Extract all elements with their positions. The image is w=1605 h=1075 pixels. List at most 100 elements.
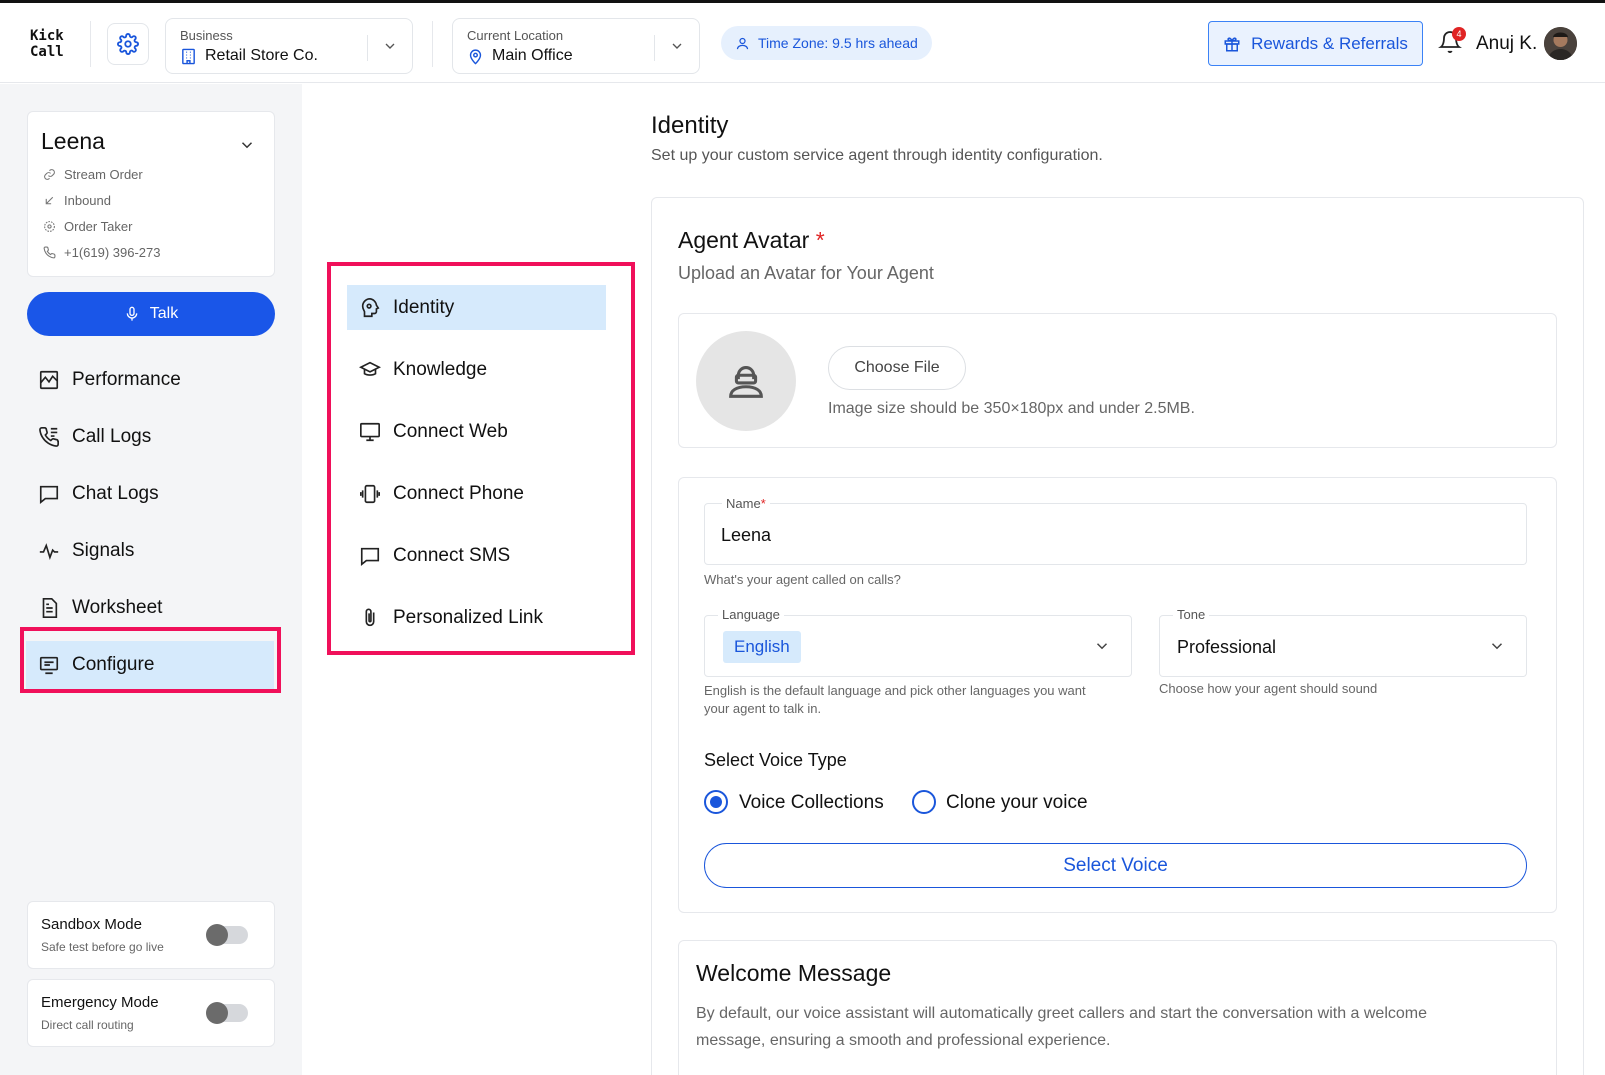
name-helper: What's your agent called on calls? (704, 572, 901, 587)
radio-dot (710, 796, 722, 808)
subnav-item-connect-phone[interactable]: Connect Phone (347, 471, 606, 516)
agent-avatar-title: Agent Avatar * (678, 227, 825, 254)
chart-icon (39, 370, 59, 390)
location-name: Main Office (492, 47, 573, 64)
configure-highlight (20, 627, 281, 693)
talk-button[interactable]: Talk (27, 292, 275, 336)
identity-icon (361, 297, 380, 317)
notification-badge: 4 (1452, 27, 1466, 41)
talk-label: Talk (149, 305, 179, 322)
select-voice-button[interactable]: Select Voice (704, 843, 1527, 888)
page-title: Identity (651, 112, 729, 139)
document-icon (42, 598, 58, 618)
clone-voice-label[interactable]: Clone your voice (946, 792, 1088, 814)
header-divider (90, 21, 91, 67)
nav-item-worksheet[interactable]: Worksheet (26, 584, 274, 632)
message-icon (360, 547, 380, 566)
agent-meta-row: Inbound (43, 193, 111, 208)
phone-vibrate-icon (360, 484, 380, 503)
emergency-mode-card: Emergency Mode Direct call routing (27, 979, 275, 1047)
subnav-item-connect-web[interactable]: Connect Web (347, 409, 606, 454)
required-mark: * (760, 496, 766, 511)
user-placeholder-icon (729, 366, 763, 398)
location-selector[interactable]: Current Location Main Office (452, 18, 700, 74)
subnav-label: Connect SMS (393, 544, 511, 566)
chevron-down-icon (1096, 643, 1108, 650)
subnav-label: Knowledge (393, 358, 488, 380)
emergency-mode-toggle[interactable] (206, 1002, 248, 1024)
welcome-message-text: By default, our voice assistant will aut… (696, 1005, 1428, 1049)
sandbox-mode-toggle[interactable] (206, 924, 248, 946)
gear-icon (117, 33, 139, 55)
user-name[interactable]: Anuj K. (1476, 33, 1537, 55)
timezone-text: Time Zone: 9.5 hrs ahead (758, 35, 918, 51)
subnav-label: Connect Web (393, 420, 508, 442)
avatar-upload-card (678, 313, 1557, 448)
nav-label: Performance (72, 369, 181, 390)
call-logs-icon (39, 427, 59, 447)
rewards-label: Rewards & Referrals (1251, 33, 1408, 53)
settings-icon (44, 221, 55, 232)
user-avatar[interactable] (1544, 27, 1577, 60)
chevron-down-icon (1491, 643, 1503, 650)
sidebar: Leena Stream Order Inbound Order Taker +… (0, 84, 302, 1075)
mode-subtitle: Direct call routing (41, 1018, 134, 1032)
paperclip-icon (365, 607, 375, 626)
chevron-down-icon[interactable] (238, 136, 256, 154)
subnav-item-connect-sms[interactable]: Connect SMS (347, 533, 606, 578)
subnav-item-identity[interactable]: Identity (347, 285, 606, 330)
page-subtitle: Set up your custom service agent through… (651, 147, 1103, 164)
link-icon (44, 169, 55, 180)
voice-collections-radio[interactable] (704, 790, 728, 814)
name-label: Name* (722, 496, 770, 511)
gift-icon (1224, 36, 1240, 51)
language-helper-line: English is the default language and pick… (704, 683, 1086, 698)
language-chip[interactable]: English (723, 631, 801, 663)
nav-label: Worksheet (72, 597, 163, 618)
agent-avatar-subtitle: Upload an Avatar for Your Agent (678, 263, 934, 283)
name-value: Leena (721, 525, 772, 545)
tone-value: Professional (1177, 637, 1277, 657)
avatar-placeholder (696, 331, 796, 431)
inbound-arrow-icon (45, 196, 54, 205)
language-helper-line: your agent to talk in. (704, 701, 822, 716)
business-label: Business (180, 28, 233, 43)
agent-card[interactable]: Leena Stream Order Inbound Order Taker +… (27, 111, 275, 277)
microphone-icon (126, 306, 138, 321)
mode-subtitle: Safe test before go live (41, 940, 164, 954)
nav-label: Call Logs (72, 426, 152, 447)
language-label: Language (718, 607, 784, 622)
logo-line1: Kick (30, 28, 64, 44)
choose-file-button[interactable]: Choose File (828, 346, 966, 390)
phone-icon (43, 246, 56, 259)
business-selector[interactable]: Business Retail Store Co. (165, 18, 413, 74)
agent-meta-text: +1(619) 396-273 (64, 245, 161, 260)
language-helper: English is the default language and pick… (704, 682, 1144, 718)
pulse-icon (39, 543, 59, 560)
rewards-referrals-button[interactable]: Rewards & Referrals (1208, 21, 1423, 66)
name-field[interactable]: Leena (704, 503, 1527, 565)
tone-select[interactable]: Professional (1159, 615, 1527, 677)
settings-button[interactable] (107, 23, 149, 65)
user-icon (736, 37, 749, 49)
location-label: Current Location (467, 28, 564, 43)
nav-item-signals[interactable]: Signals (26, 527, 274, 575)
nav-item-performance[interactable]: Performance (26, 356, 274, 404)
agent-meta-text: Order Taker (64, 219, 133, 234)
subnav-item-knowledge[interactable]: Knowledge (347, 347, 606, 392)
app-logo[interactable]: Kick Call (30, 28, 64, 60)
name-label-text: Name (726, 496, 761, 511)
voice-collections-label[interactable]: Voice Collections (739, 792, 884, 814)
tone-helper: Choose how your agent should sound (1159, 681, 1378, 696)
graduation-cap-icon (359, 361, 381, 376)
location-value: Main Office (467, 47, 573, 65)
subnav-item-personalized-link[interactable]: Personalized Link (347, 595, 606, 640)
clone-voice-radio[interactable] (912, 790, 936, 814)
nav-item-call-logs[interactable]: Call Logs (26, 413, 274, 461)
chat-icon (39, 485, 59, 504)
map-pin-icon (469, 48, 482, 65)
monitor-icon (360, 422, 380, 441)
nav-item-chat-logs[interactable]: Chat Logs (26, 470, 274, 518)
agent-meta-row: Stream Order (43, 167, 143, 182)
agent-meta-row: +1(619) 396-273 (43, 245, 161, 260)
